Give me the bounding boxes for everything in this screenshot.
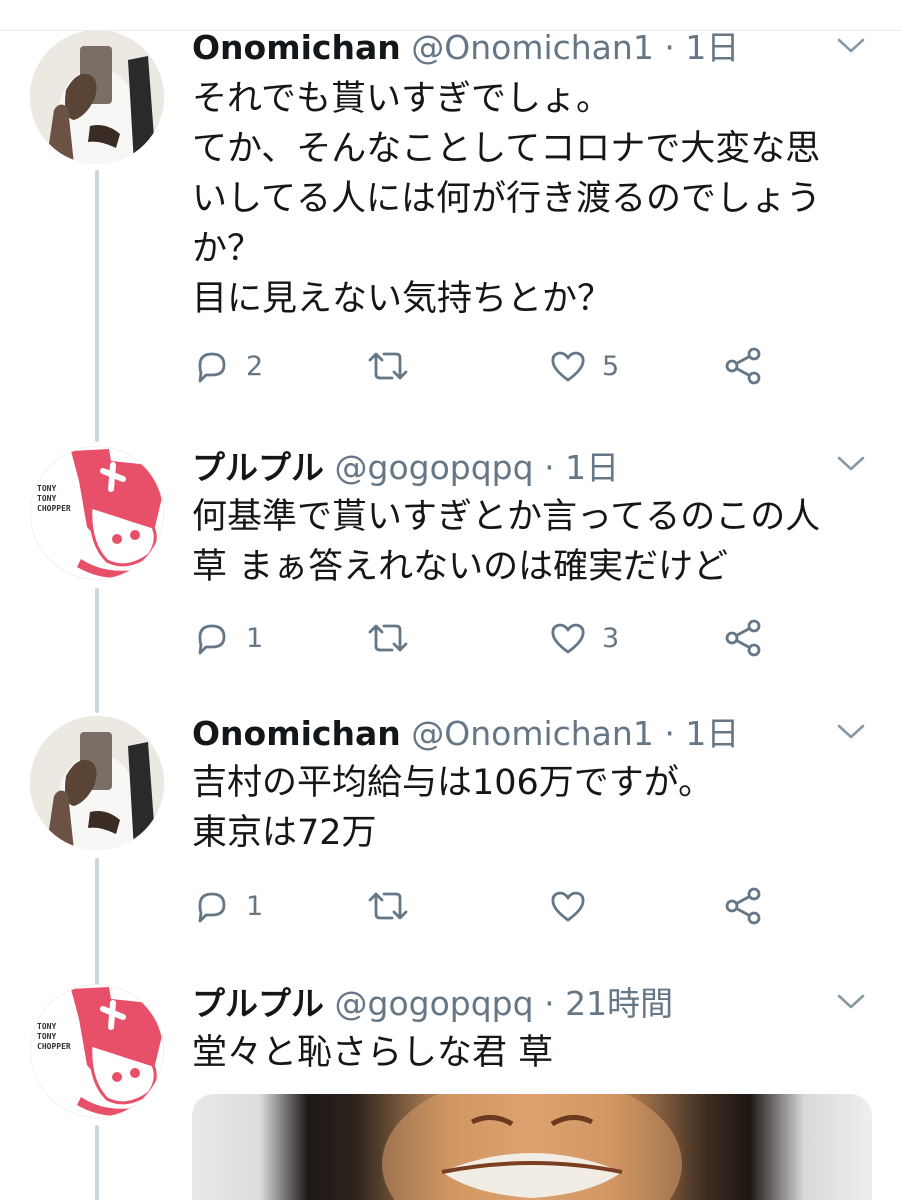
avatar[interactable] [30,716,164,850]
chevron-down-icon[interactable] [836,36,866,56]
share-button[interactable] [722,616,766,660]
display-name[interactable]: Onomichan [192,714,401,753]
chopper-avatar-image: TONY TONY CHOPPER [37,987,163,1117]
chevron-down-icon[interactable] [836,454,866,474]
timestamp[interactable]: 1日 [685,714,739,753]
logo-text-chopper: CHOPPER [37,1042,71,1051]
retweet-button[interactable] [364,616,426,660]
like-icon [551,891,585,922]
avatar[interactable]: TONY TONY CHOPPER [30,984,164,1118]
avatar[interactable] [30,30,164,164]
display-name[interactable]: プルプル [192,448,324,487]
chevron-down-icon[interactable] [836,992,866,1012]
tweet-header: プルプル @gogopqpq · 1日 [192,448,619,488]
chevron-down-icon[interactable] [836,722,866,742]
share-button[interactable] [722,884,766,928]
share-icon [725,347,761,385]
tweet-actions: 1 [192,884,792,928]
chopper-avatar-image: TONY TONY CHOPPER [37,449,163,579]
like-button[interactable]: 5 [548,344,619,388]
user-handle[interactable]: @gogopqpq [335,448,534,487]
logo-text-tony-2: TONY [37,494,56,503]
separator-dot: · [664,714,675,753]
share-icon [725,619,761,657]
like-count: 3 [602,622,620,654]
reply-count: 2 [246,350,264,382]
display-name[interactable]: プルプル [192,984,324,1023]
retweet-button[interactable] [364,884,426,928]
avatar-photo [30,716,164,850]
logo-text-tony-2: TONY [37,1032,56,1041]
reply-button[interactable]: 1 [192,616,263,660]
retweet-icon [368,352,408,380]
reply-icon [198,624,226,655]
user-handle[interactable]: @Onomichan1 [411,28,654,67]
top-border [0,0,902,31]
reply-icon [198,892,226,923]
like-count: 5 [602,350,620,382]
like-icon [551,623,585,654]
tweet[interactable]: Onomichan @Onomichan1 · 1日 吉村の平均給与は106万で… [0,714,902,954]
like-button[interactable] [548,884,602,928]
tweet[interactable]: TONY TONY CHOPPER プルプル @gogopqpq · 1日 何基… [0,446,902,686]
user-handle[interactable]: @gogopqpq [335,984,534,1023]
media-photo-face [382,1094,682,1200]
tweet-text-line: 吉村の平均給与は106万ですが。 [192,763,714,803]
tweet-text-line: 草 まぁ答えれないのは確実だけど [192,547,729,587]
share-button[interactable] [722,344,766,388]
retweet-button[interactable] [364,344,426,388]
like-icon [551,351,585,382]
reply-icon [198,352,226,383]
tweet-header: Onomichan @Onomichan1 · 1日 [192,28,739,68]
avatar-photo [30,30,164,164]
tweet-text-line: いしてる人には何が行き渡るのでしょう [192,179,821,219]
tweet-text-line: 目に見えない気持ちとか？ [192,279,613,319]
share-icon [725,887,761,925]
tweet-text-line: 東京は72万 [192,813,377,853]
reply-button[interactable]: 1 [192,884,263,928]
tweet-text-line: てか、そんなことしてコロナで大変な思 [192,129,821,169]
separator-dot: · [664,28,675,67]
logo-text-tony: TONY [37,484,56,493]
avatar[interactable]: TONY TONY CHOPPER [30,446,164,580]
separator-dot: · [544,984,555,1023]
tweet-text: 何基準で貰いすぎとか言ってるのこの人 草 まぁ答えれないのは確実だけど [192,492,820,592]
tweet-text-line: それでも貰いすぎでしょ。 [192,79,611,119]
tweet-media-image[interactable] [192,1094,872,1200]
tweet-header: プルプル @gogopqpq · 21時間 [192,984,673,1024]
timestamp[interactable]: 1日 [685,28,739,67]
retweet-icon [368,892,408,920]
reply-count: 1 [246,890,264,922]
tweet-text: 吉村の平均給与は106万ですが。 東京は72万 [192,758,713,858]
tweet[interactable]: TONY TONY CHOPPER プルプル @gogopqpq · 21時間 … [0,984,902,1200]
like-button[interactable]: 3 [548,616,619,660]
tweet-text-line: 堂々と恥さらしな君 草 [192,1033,554,1073]
display-name[interactable]: Onomichan [192,28,401,67]
tweet-actions: 2 5 [192,344,792,388]
reply-button[interactable]: 2 [192,344,263,388]
logo-text-chopper: CHOPPER [37,504,71,513]
tweet-text-line: か？ [192,229,263,269]
tweet-header: Onomichan @Onomichan1 · 1日 [192,714,739,754]
tweet-actions: 1 3 [192,616,792,660]
timestamp[interactable]: 1日 [565,448,619,487]
logo-text-tony: TONY [37,1022,56,1031]
retweet-icon [368,624,408,652]
tweet[interactable]: Onomichan @Onomichan1 · 1日 それでも貰いすぎでしょ。 … [0,28,902,428]
tweet-text: 堂々と恥さらしな君 草 [192,1028,553,1078]
tweet-text: それでも貰いすぎでしょ。 てか、そんなことしてコロナで大変な思 いしてる人には何… [192,74,821,324]
separator-dot: · [544,448,555,487]
tweet-text-line: 何基準で貰いすぎとか言ってるのこの人 [192,497,821,537]
user-handle[interactable]: @Onomichan1 [411,714,654,753]
reply-count: 1 [246,622,264,654]
timestamp[interactable]: 21時間 [565,984,673,1023]
